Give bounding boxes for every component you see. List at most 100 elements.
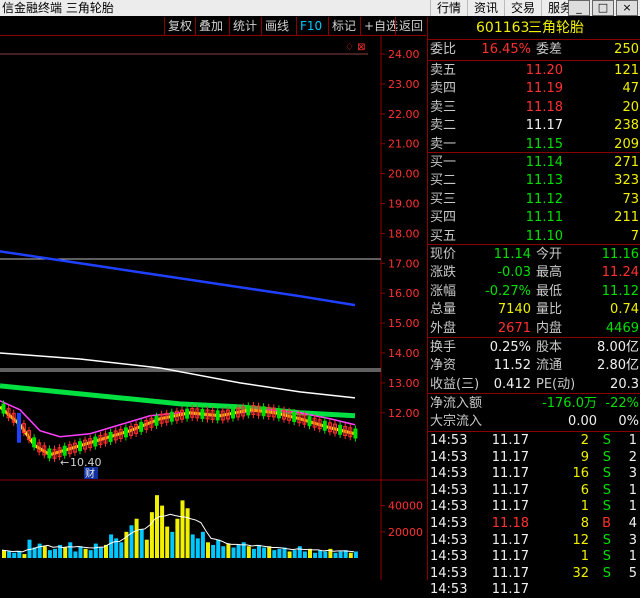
close-icon[interactable]: × bbox=[616, 0, 638, 16]
volume-bar bbox=[42, 546, 47, 558]
f10-button[interactable]: F10 bbox=[296, 17, 325, 35]
trade-row: 14:53 11.17 1 S 1 bbox=[428, 499, 640, 515]
kline-chart[interactable]: 24.00 23.00 22.00 21.00 20.00 19.00 18.00 17.00… bbox=[0, 36, 426, 580]
bid-row[interactable]: 买二 11.13 323 bbox=[428, 172, 640, 190]
volume-bar bbox=[12, 552, 17, 558]
maximize-icon[interactable]: □ bbox=[592, 0, 614, 16]
volume-bar bbox=[144, 539, 149, 558]
ask-row[interactable]: 卖三 11.18 20 bbox=[428, 99, 640, 117]
ask-volume: 121 bbox=[614, 63, 639, 78]
trade-time: 14:53 bbox=[430, 582, 468, 598]
bid-row[interactable]: 买三 11.12 73 bbox=[428, 191, 640, 209]
volume-bar bbox=[262, 547, 267, 558]
trade-volume: 32 bbox=[572, 565, 589, 581]
volume-bar bbox=[68, 542, 73, 558]
trade-time: 14:53 bbox=[430, 482, 468, 498]
ask-price: 11.19 bbox=[525, 81, 563, 97]
stat-value: 0.412 bbox=[493, 376, 531, 392]
bid-row[interactable]: 买四 11.11 211 bbox=[428, 209, 640, 227]
candle-body bbox=[185, 408, 190, 419]
trade-price: 11.17 bbox=[491, 433, 529, 448]
overlay-button[interactable]: 叠加 bbox=[195, 17, 226, 35]
volume-bar bbox=[93, 543, 98, 558]
stats-button[interactable]: 统计 bbox=[229, 17, 260, 35]
trade-price: 11.17 bbox=[491, 565, 529, 581]
quote-row: 外盘 2671 内盘 4469 bbox=[430, 320, 639, 336]
trade-count: 5 bbox=[628, 565, 637, 581]
y-tick-label: 22.00 bbox=[388, 108, 420, 121]
trade-side: S bbox=[602, 499, 611, 515]
trade-row: 14:53 11.17 bbox=[428, 582, 640, 598]
volume-bar bbox=[22, 554, 27, 558]
bid-row[interactable]: 买五 11.10 7 bbox=[428, 228, 640, 246]
trade-side: S bbox=[602, 565, 611, 581]
volume-bar bbox=[170, 531, 175, 558]
y-tick-label: 13.00 bbox=[388, 377, 420, 390]
stat-value: 20.3 bbox=[610, 376, 639, 392]
volume-bar bbox=[287, 551, 292, 558]
alert-icon[interactable]: ♢ ⊠ bbox=[345, 42, 366, 53]
trade-price: 11.17 bbox=[491, 582, 529, 598]
trade-time: 14:53 bbox=[430, 466, 468, 482]
bid-row[interactable]: 买一 11.14 271 bbox=[428, 154, 640, 172]
trade-count: 3 bbox=[628, 532, 637, 548]
candle-body bbox=[322, 420, 327, 431]
ask-row[interactable]: 卖五 11.20 121 bbox=[428, 62, 640, 80]
volume-bar bbox=[155, 495, 159, 558]
back-button[interactable]: 返回 bbox=[395, 17, 426, 35]
volume-bar bbox=[333, 552, 338, 558]
stat-value: 0.25% bbox=[489, 340, 531, 355]
bid-volume: 271 bbox=[614, 155, 639, 170]
trade-count: 3 bbox=[628, 466, 637, 482]
volume-bar bbox=[292, 550, 297, 558]
draw-line-button[interactable]: 画线 bbox=[261, 17, 292, 35]
ask-row[interactable]: 卖二 11.17 238 bbox=[428, 117, 640, 135]
trade-count: 4 bbox=[628, 516, 637, 531]
volume-bar bbox=[83, 548, 88, 558]
volume-bar bbox=[251, 548, 256, 558]
volume-bar bbox=[63, 547, 68, 558]
quote-value: 11.14 bbox=[493, 247, 531, 262]
ask-volume: 238 bbox=[614, 118, 639, 134]
fuquan-button[interactable]: 复权 bbox=[164, 17, 195, 35]
y-tick-label: 23.00 bbox=[388, 78, 420, 91]
flow-value: -176.0万 bbox=[542, 396, 597, 411]
cai-label: 财 bbox=[85, 467, 95, 480]
candle-body bbox=[276, 408, 281, 419]
volume-bar bbox=[53, 548, 57, 558]
volume-bar bbox=[78, 546, 83, 558]
y-tick-label: 19.00 bbox=[388, 198, 420, 211]
quote-value: -0.27% bbox=[485, 283, 531, 299]
candle-body bbox=[169, 411, 174, 422]
stat-row: 换手 0.25% 股本 8.00亿 bbox=[430, 340, 639, 355]
trade-price: 11.17 bbox=[491, 466, 529, 482]
trade-side: S bbox=[602, 449, 611, 465]
ask-price: 11.15 bbox=[525, 136, 563, 152]
ask-row[interactable]: 卖四 11.19 47 bbox=[428, 80, 640, 98]
trade-time: 14:53 bbox=[430, 516, 468, 531]
trade-volume: 1 bbox=[580, 549, 589, 565]
minimize-icon[interactable]: _ bbox=[568, 0, 590, 16]
menu-trade[interactable]: 交易 bbox=[504, 0, 541, 16]
volume-bar bbox=[73, 551, 78, 558]
menu-market[interactable]: 行情 bbox=[430, 0, 467, 16]
menu-news[interactable]: 资讯 bbox=[467, 0, 504, 16]
volume-bar bbox=[313, 552, 318, 558]
ask-row[interactable]: 卖一 11.15 209 bbox=[428, 136, 640, 154]
volume-bar bbox=[190, 534, 195, 558]
mark-button[interactable]: 标记 bbox=[328, 17, 359, 35]
trade-count: 1 bbox=[628, 499, 637, 515]
candle-body bbox=[246, 405, 251, 416]
y-tick-label: 20.00 bbox=[388, 168, 420, 181]
flow-row: 净流入额 -176.0万 -22% bbox=[430, 396, 639, 411]
volume-bar bbox=[200, 531, 205, 558]
bid-label: 买一 bbox=[430, 155, 457, 170]
volume-bar bbox=[302, 551, 307, 558]
quote-row: 总量 7140 量比 0.74 bbox=[430, 302, 639, 318]
candle-body bbox=[78, 441, 82, 452]
volume-bar bbox=[2, 550, 6, 558]
bid-label: 买二 bbox=[430, 173, 457, 189]
candle-body bbox=[47, 448, 52, 459]
trade-row: 14:53 11.17 9 S 2 bbox=[428, 450, 640, 466]
vol-tick-label: 40000 bbox=[388, 500, 423, 513]
